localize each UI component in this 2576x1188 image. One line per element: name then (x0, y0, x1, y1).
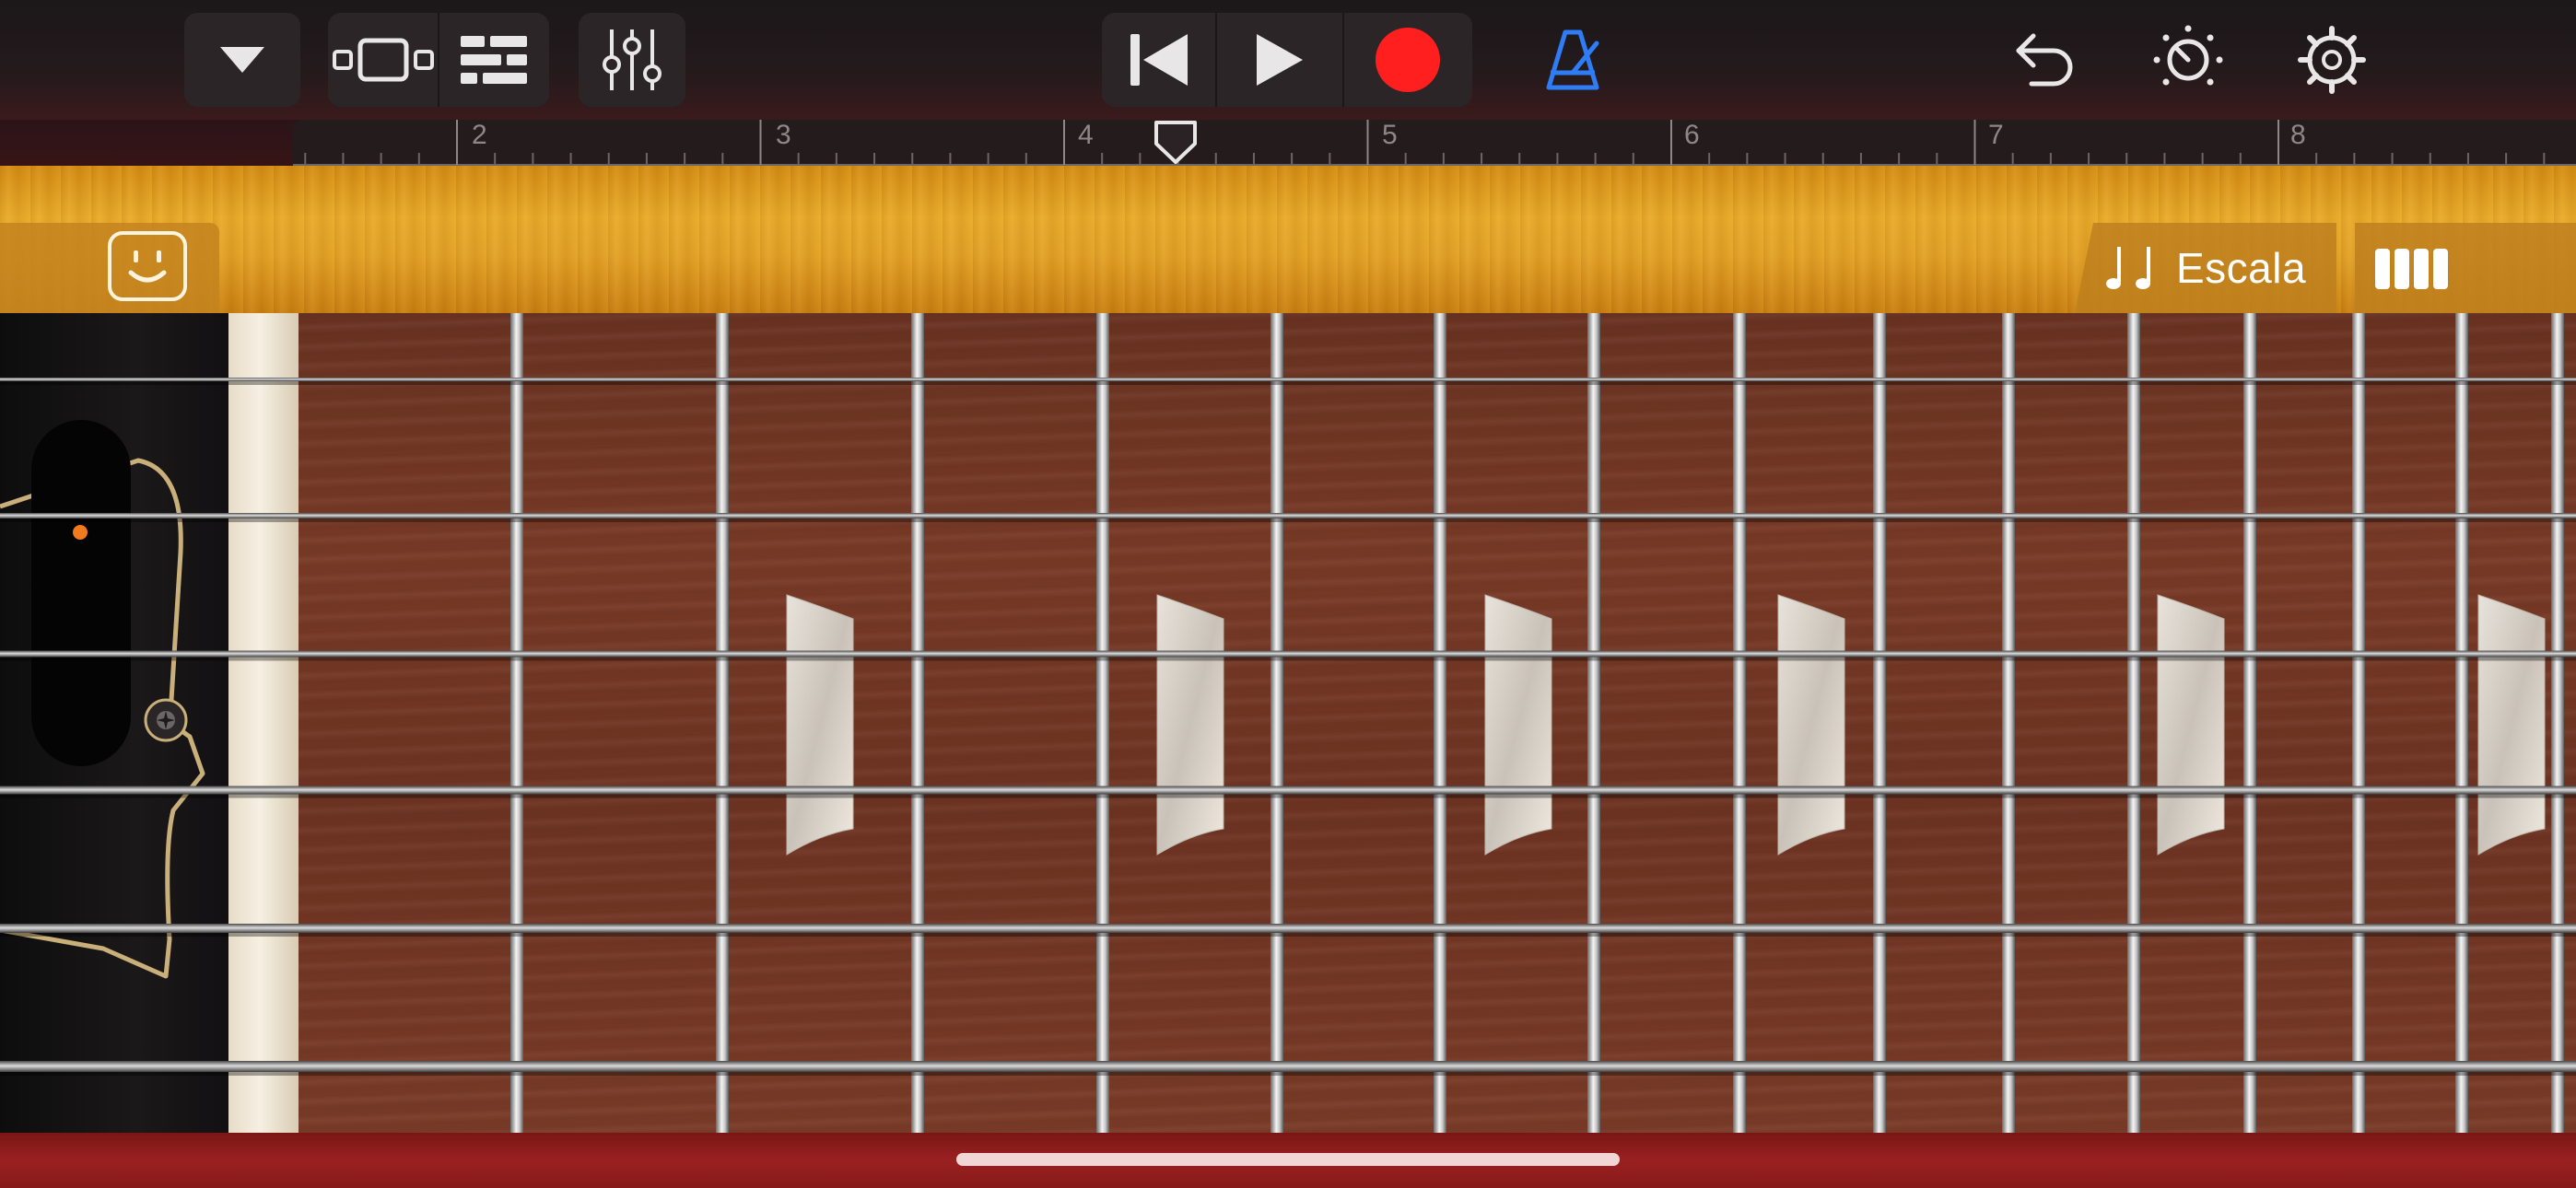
triangle-down-icon (217, 43, 268, 76)
bar-number: 6 (1684, 120, 1700, 150)
fret (911, 313, 924, 1133)
fret (716, 313, 729, 1133)
fret (1096, 313, 1109, 1133)
bass-string (0, 786, 2576, 795)
bass-string (0, 378, 2576, 381)
tracks-view-icon (333, 37, 434, 83)
settings-button[interactable] (2281, 13, 2383, 107)
undo-icon (2013, 30, 2076, 89)
view-toggle-group (328, 13, 549, 107)
record-icon (1375, 27, 1441, 93)
instrument-header: Escala (0, 166, 2576, 313)
bar-number: 4 (1078, 120, 1094, 150)
undo-button[interactable] (1994, 13, 2095, 107)
fret (2002, 313, 2015, 1133)
strings-view-button[interactable] (2355, 223, 2576, 313)
garageband-bass-app: 2 3 4 5 6 7 8 Escala (0, 0, 2576, 1188)
bar-number: 3 (776, 120, 791, 150)
fret-inlay (2477, 594, 2546, 856)
bass-fretboard[interactable] (0, 313, 2576, 1133)
fret-inlay (1156, 594, 1224, 856)
skip-back-icon (1129, 32, 1189, 87)
music-notes-icon (2104, 243, 2158, 295)
ruler-ticks (293, 120, 2576, 166)
gear-icon (2297, 25, 2367, 95)
bar-number: 7 (1988, 120, 2004, 150)
bar-number: 8 (2290, 120, 2306, 150)
list-view-button[interactable] (439, 13, 548, 107)
strings-view-icon (2373, 247, 2451, 291)
frets-and-strings (0, 313, 2576, 1133)
fret (1873, 313, 1886, 1133)
fret-inlay (786, 594, 854, 856)
mixer-sliders-icon (603, 28, 662, 92)
metronome-icon (1543, 29, 1602, 91)
toolbar (0, 0, 2576, 120)
master-effects-button[interactable] (2137, 13, 2239, 107)
bar-number: 2 (472, 120, 487, 150)
fret (1733, 313, 1746, 1133)
playhead[interactable] (1153, 120, 1198, 166)
play-icon (1255, 32, 1305, 87)
fret (2455, 313, 2468, 1133)
fret-inlay (2157, 594, 2225, 856)
play-button[interactable] (1217, 13, 1342, 107)
scale-button[interactable]: Escala (2075, 223, 2336, 313)
record-button[interactable] (1344, 13, 1471, 107)
list-view-icon (459, 34, 529, 86)
bass-string (0, 1061, 2576, 1072)
bar-number: 5 (1382, 120, 1398, 150)
home-indicator[interactable] (956, 1153, 1620, 1166)
fret (2551, 313, 2564, 1133)
transport-controls (1102, 13, 1472, 107)
fret (1270, 313, 1283, 1133)
metronome-button[interactable] (1522, 13, 1623, 107)
mixer-button[interactable] (579, 13, 685, 107)
fret (1587, 313, 1600, 1133)
tracks-view-button[interactable] (329, 13, 438, 107)
bass-string (0, 650, 2576, 658)
fret (2352, 313, 2365, 1133)
fret-inlay (1484, 594, 1552, 856)
scale-label: Escala (2176, 244, 2307, 292)
timeline-ruler[interactable]: 2 3 4 5 6 7 8 (293, 120, 2576, 166)
fret (1434, 313, 1446, 1133)
smart-controls-button[interactable] (107, 230, 188, 302)
master-knob-icon (2153, 25, 2223, 95)
fret (2127, 313, 2140, 1133)
smart-controls-icon (107, 230, 188, 302)
string-shadow (0, 381, 2576, 385)
fret-inlay (1777, 594, 1845, 856)
go-to-beginning-button[interactable] (1103, 13, 1215, 107)
fret (2243, 313, 2256, 1133)
bass-string (0, 513, 2576, 518)
fret (510, 313, 523, 1133)
browser-button[interactable] (184, 13, 300, 107)
bass-string (0, 924, 2576, 933)
